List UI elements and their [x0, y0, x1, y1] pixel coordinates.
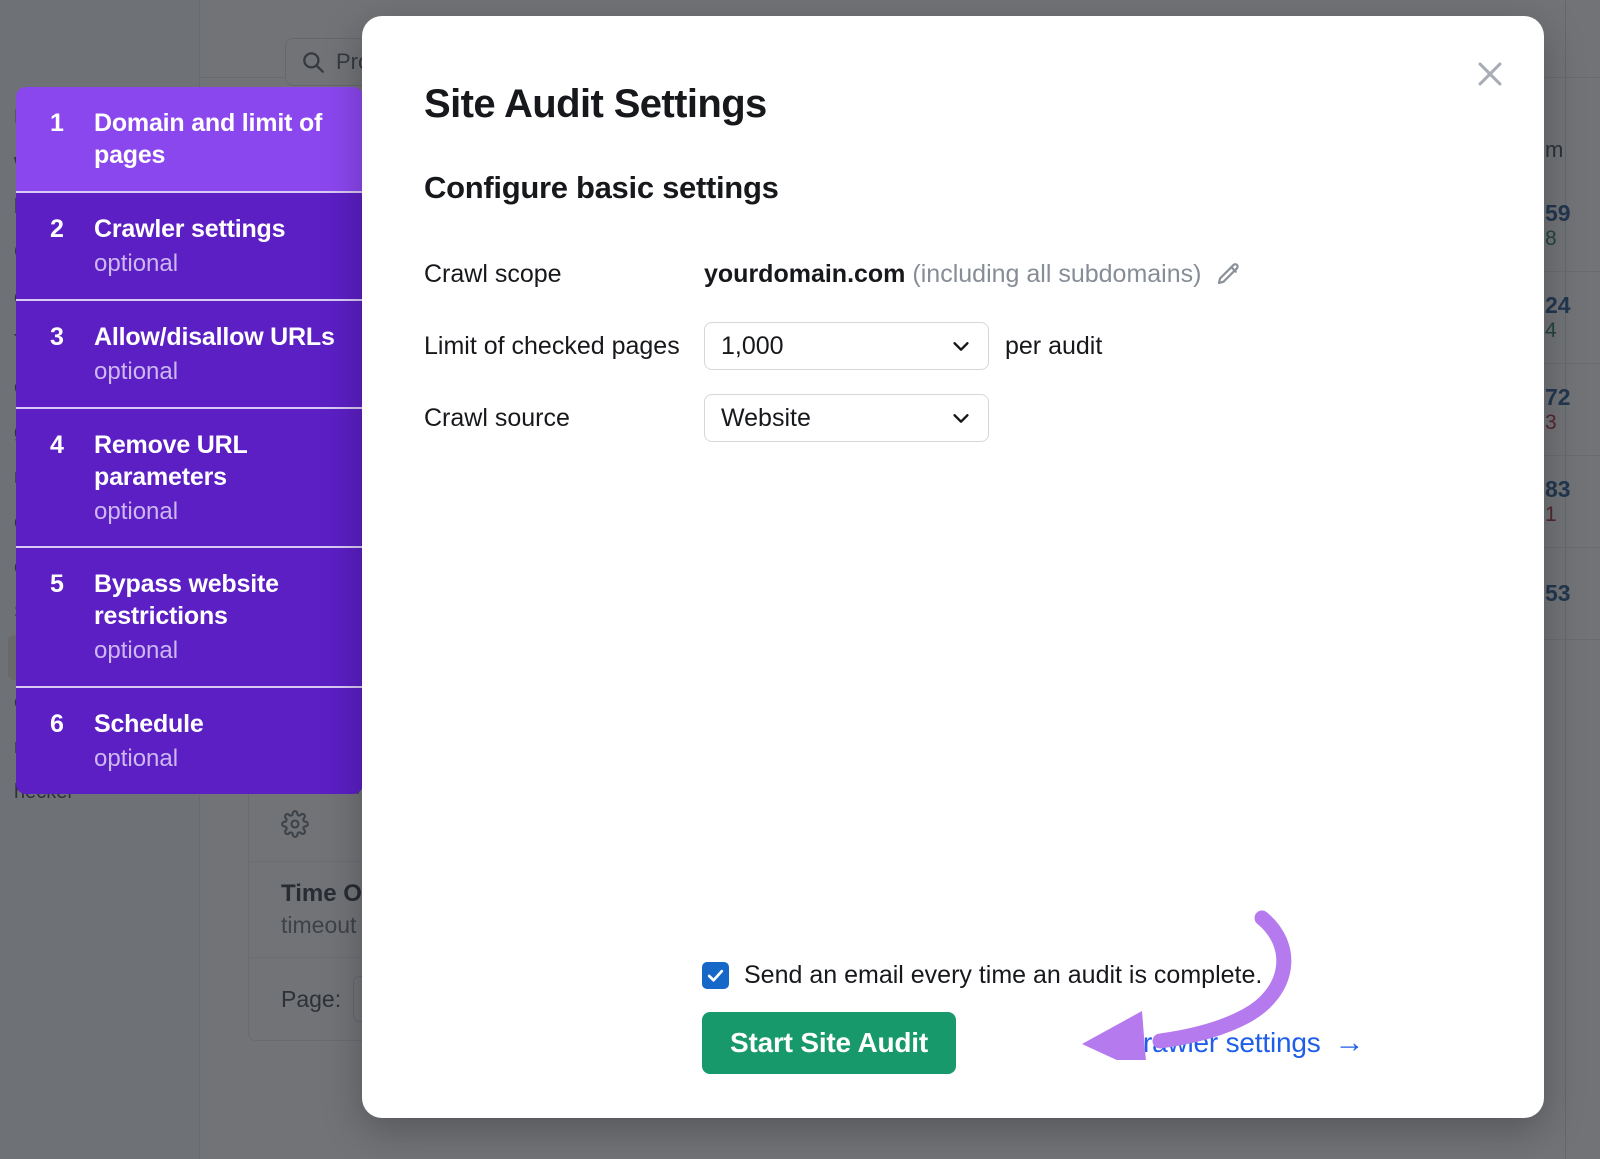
- email-notification-checkbox[interactable]: [702, 962, 729, 989]
- step-number: 1: [50, 109, 64, 137]
- step-optional-label: optional: [94, 357, 179, 385]
- step-optional-label: optional: [94, 497, 179, 525]
- modal-title: Site Audit Settings: [424, 82, 767, 126]
- stepper-item-bypass-website-restrictions[interactable]: 5 Bypass website restrictions optional: [16, 548, 363, 689]
- limit-of-checked-pages-row: Limit of checked pages 1,000 per audit: [424, 321, 1482, 371]
- step-optional-label: optional: [94, 745, 179, 773]
- crawl-source-label: Crawl source: [424, 403, 570, 432]
- crawl-source-row: Crawl source Website: [424, 393, 1482, 443]
- chevron-down-icon: [953, 342, 969, 351]
- step-number: 3: [50, 322, 64, 351]
- crawler-settings-link-label: Crawler settings: [1123, 1027, 1321, 1058]
- basic-settings-form: Crawl scope yourdomain.com (including al…: [424, 249, 1482, 443]
- step-title: Allow/disallow URLs: [94, 322, 335, 351]
- crawl-source-select-value: Website: [721, 403, 811, 432]
- step-title: Crawler settings: [94, 215, 286, 243]
- settings-stepper: 1 Domain and limit of pages 2 Crawler se…: [16, 87, 363, 794]
- stepper-item-schedule[interactable]: 6 Schedule optional: [16, 688, 363, 794]
- step-number: 2: [50, 215, 64, 243]
- arrow-right-icon: →: [1334, 1026, 1365, 1059]
- step-title: Schedule: [94, 710, 204, 739]
- modal-footer: Send an email every time an audit is com…: [362, 961, 1544, 1074]
- step-optional-label: optional: [94, 250, 179, 277]
- step-optional-label: optional: [94, 637, 179, 665]
- crawl-scope-label: Crawl scope: [424, 259, 562, 288]
- site-audit-settings-modal: Site Audit Settings Configure basic sett…: [362, 16, 1544, 1118]
- modal-content: Site Audit Settings Configure basic sett…: [362, 16, 1544, 1118]
- crawler-settings-link[interactable]: Crawler settings →: [1123, 1026, 1365, 1059]
- step-number: 6: [50, 710, 64, 739]
- modal-actions: Start Site Audit Crawler settings →: [702, 1012, 1482, 1074]
- start-site-audit-button[interactable]: Start Site Audit: [702, 1012, 956, 1074]
- stepper-item-domain-and-limit[interactable]: 1 Domain and limit of pages: [16, 87, 363, 193]
- pencil-icon: [1218, 262, 1240, 284]
- modal-subtitle: Configure basic settings: [424, 170, 779, 205]
- crawl-scope-value: yourdomain.com: [704, 259, 906, 288]
- limit-suffix: per audit: [1005, 331, 1103, 360]
- chevron-down-icon: [953, 414, 969, 423]
- stepper-item-allow-disallow-urls[interactable]: 3 Allow/disallow URLs optional: [16, 300, 363, 409]
- crawl-scope-note: (including all subdomains): [912, 259, 1202, 288]
- step-title: Remove URL parameters: [94, 430, 248, 491]
- screenshot-root: EA w h C ew To er g ns cs ol SEO ent mpl…: [0, 0, 1600, 1159]
- limit-select[interactable]: 1,000: [704, 322, 989, 370]
- crawl-scope-edit-button[interactable]: [1215, 261, 1242, 288]
- checkmark-icon: [707, 969, 724, 982]
- step-title: Bypass website restrictions: [94, 570, 279, 631]
- limit-select-value: 1,000: [721, 331, 784, 360]
- email-notification-row: Send an email every time an audit is com…: [702, 961, 1482, 990]
- step-number: 5: [50, 570, 64, 599]
- stepper-item-crawler-settings[interactable]: 2 Crawler settings optional: [16, 193, 363, 301]
- step-number: 4: [50, 430, 64, 459]
- limit-label: Limit of checked pages: [424, 331, 680, 360]
- email-notification-label: Send an email every time an audit is com…: [744, 961, 1263, 989]
- crawl-source-select[interactable]: Website: [704, 394, 989, 442]
- stepper-item-remove-url-parameters[interactable]: 4 Remove URL parameters optional: [16, 408, 363, 549]
- crawl-scope-row: Crawl scope yourdomain.com (including al…: [424, 249, 1482, 299]
- step-title: Domain and limit of pages: [94, 109, 323, 169]
